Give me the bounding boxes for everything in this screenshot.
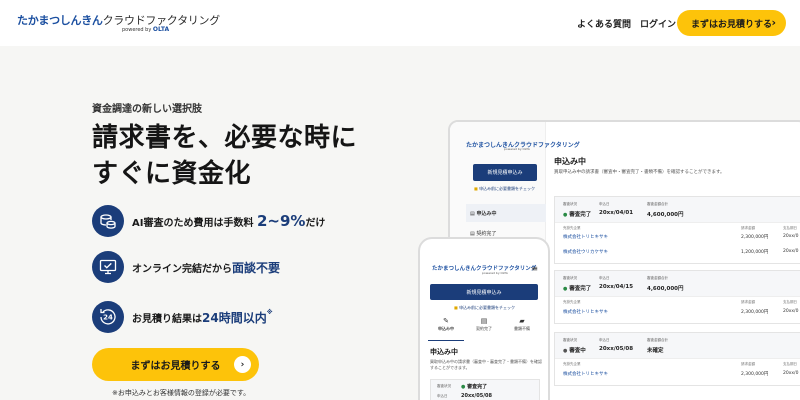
- hero-quote-button[interactable]: まずはお見積りする ›: [92, 348, 259, 381]
- phone-tabs: ✎ 申込み中 ▤ 契約完了 ▰ 書類不備: [428, 317, 540, 341]
- mock-title: 申込み中: [554, 157, 586, 166]
- info-icon: ■: [454, 305, 458, 310]
- header-quote-label: まずはお見積りする: [691, 19, 773, 30]
- mock-desc: 買取申込み中の請求書（審査中・審査完了・書類不備）を確認することができます。: [554, 170, 725, 175]
- svg-text:24: 24: [103, 314, 113, 322]
- mock-card: 審査状況 ● 審査中 申込日 20xx/05/08 審査金額合計 未確定 売掛先…: [554, 332, 800, 386]
- status-dot-icon: ●: [563, 286, 568, 292]
- phone-tab-missing: ▰ 書類不備: [504, 317, 540, 341]
- hamburger-menu-icon: ≡: [531, 264, 538, 273]
- mock-new-quote-button: 新規見積申込み: [473, 164, 537, 181]
- phone-logo: たかまつしんきんクラウドファクタリング powered by OLTA: [432, 266, 537, 275]
- feature-fee: AI審査のため費用は手数料 2~9%だけ: [92, 204, 325, 238]
- mock-side-item-contract: ▤ 契約完了: [470, 231, 497, 237]
- info-icon: ■: [474, 186, 478, 191]
- clock-24-icon: 24: [92, 301, 124, 333]
- folder-icon: ▰: [519, 317, 525, 325]
- chevron-right-icon: ›: [234, 356, 251, 373]
- feature-24h: 24 お見積り結果は24時間以内※: [92, 300, 273, 334]
- phone-desc: 買取申込み中の請求書（審査中・審査完了・書類不備）を確認することができます。: [430, 359, 542, 370]
- document-icon: ▤: [470, 211, 475, 217]
- logo-wordmark: たかまつしんきんクラウドファクタリング: [17, 14, 220, 27]
- phone-card: 審査状況 ● 審査完了 申込日 20xx/05/08: [430, 379, 540, 400]
- coins-icon: [92, 205, 124, 237]
- status-dot-icon: ●: [461, 384, 466, 390]
- monitor-check-icon: [92, 251, 124, 283]
- mock-card: 審査状況 ● 審査完了 申込日 20xx/04/15 審査金額合計 4,600,…: [554, 270, 800, 324]
- site-header: たかまつしんきんクラウドファクタリング powered by OLTA よくある…: [0, 0, 800, 46]
- nav-login-link[interactable]: ログイン: [640, 17, 676, 30]
- hero-note: ※お申込みとお客様情報の登録が必要です。: [112, 389, 251, 397]
- site-logo[interactable]: たかまつしんきんクラウドファクタリング powered by OLTA: [17, 12, 220, 33]
- mock-card: 審査状況 ● 審査完了 申込日 20xx/04/01 審査金額合計 4,600,…: [554, 196, 800, 264]
- phone-title: 申込み中: [430, 348, 458, 356]
- document-icon: ▤: [480, 317, 488, 325]
- header-quote-button[interactable]: まずはお見積りする ›: [677, 10, 786, 36]
- phone-tab-applying: ✎ 申込み中: [428, 317, 464, 341]
- logo-powered-by: powered by OLTA: [122, 26, 170, 33]
- olta-brand: OLTA: [152, 26, 170, 33]
- status-dot-icon: ●: [563, 348, 568, 354]
- mock-main: 申込み中 買取申込み中の請求書（審査中・審査完了・書類不備）を確認することができ…: [554, 122, 800, 400]
- hero-quote-label: まずはお見積りする: [130, 361, 221, 372]
- nav-faq-link[interactable]: よくある質問: [577, 17, 631, 30]
- mock-check-link: ■ 申込み前に必要書類をチェック: [474, 186, 536, 191]
- mock-side-item-applying: ▤ 申込み中: [470, 211, 497, 217]
- status-dot-icon: ●: [563, 212, 568, 218]
- phone-check-link: ■ 申込み前に必要書類をチェック: [454, 305, 516, 310]
- phone-tab-contract: ▤ 契約完了: [466, 317, 502, 341]
- hero-headline: 請求書を、必要な時に すぐに資金化: [92, 123, 358, 189]
- hero-tagline: 資金調達の新しい選択肢: [92, 104, 202, 115]
- phone-mockup: たかまつしんきんクラウドファクタリング powered by OLTA ≡ 新規…: [418, 237, 550, 400]
- chevron-right-icon: ›: [771, 16, 776, 29]
- phone-new-quote-button: 新規見積申込み: [430, 284, 538, 300]
- 24h-highlight: 24時間以内: [202, 310, 267, 325]
- feature-online: オンライン完結だから面談不要: [92, 250, 280, 284]
- online-highlight: 面談不要: [232, 260, 281, 275]
- document-edit-icon: ✎: [443, 317, 449, 325]
- fee-highlight: 2~9%: [256, 212, 306, 230]
